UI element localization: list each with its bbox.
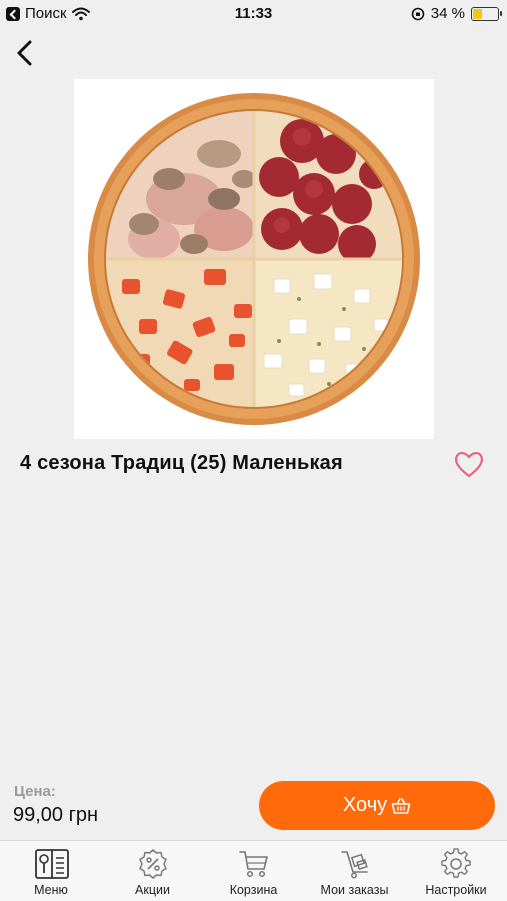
favorite-button[interactable]	[453, 449, 487, 481]
chevron-left-icon	[17, 40, 32, 66]
tab-menu-label: Меню	[34, 883, 68, 897]
cart-icon	[239, 851, 268, 878]
battery-icon	[471, 6, 502, 21]
back-button[interactable]	[10, 36, 44, 70]
tab-orders[interactable]: Мои заказы	[304, 841, 405, 901]
tab-cart-label: Корзина	[229, 883, 278, 897]
tab-settings[interactable]: Настройки	[405, 841, 507, 901]
tab-orders-label: Мои заказы	[320, 883, 389, 897]
tab-cart[interactable]: Корзина	[203, 841, 304, 901]
heart-icon	[455, 451, 483, 478]
orders-trolley-icon	[341, 851, 368, 879]
discount-badge-icon	[139, 849, 167, 879]
gear-icon	[441, 848, 471, 878]
tab-settings-label: Настройки	[425, 883, 487, 897]
pizza-illustration	[88, 93, 420, 425]
menu-book-icon	[35, 849, 69, 879]
battery-level-fill	[473, 8, 482, 19]
tab-bar: Меню Акции Корзина Мои заказы Настройки	[0, 840, 507, 901]
basket-icon	[391, 797, 411, 814]
tab-promotions-label: Акции	[135, 883, 170, 897]
tab-promotions[interactable]: Акции	[102, 841, 203, 901]
product-title: 4 сезона Традиц (25) Маленькая	[20, 452, 343, 474]
product-image	[74, 79, 434, 439]
battery-percent: 34 %	[430, 5, 465, 22]
orientation-lock-icon	[411, 7, 425, 20]
buy-button-label: Хочу	[342, 794, 388, 816]
price-value: 99,00 грн	[13, 804, 99, 826]
buy-button[interactable]: Хочу	[259, 781, 495, 830]
status-bar: Поиск 11:33 34 %	[0, 0, 507, 28]
price-label: Цена:	[14, 783, 56, 800]
tab-menu[interactable]: Меню	[0, 841, 102, 901]
